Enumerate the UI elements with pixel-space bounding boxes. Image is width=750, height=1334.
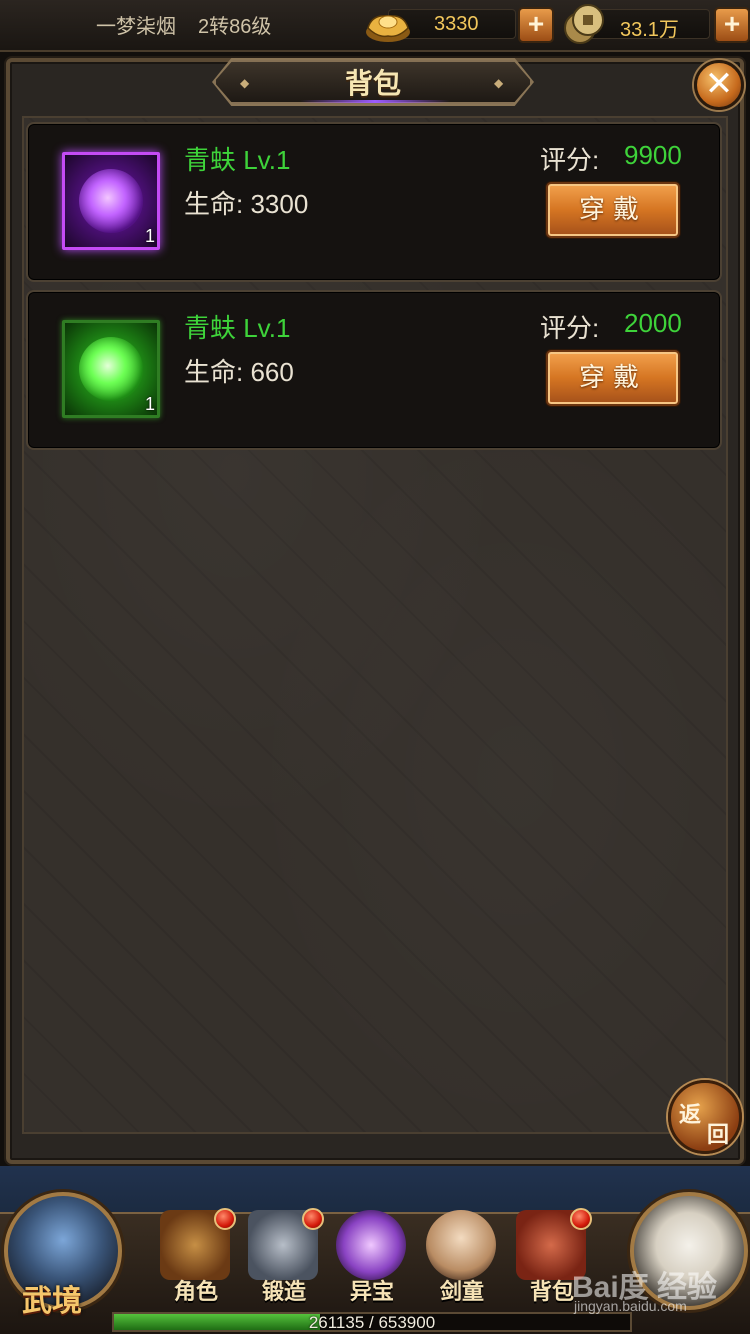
green-gem-icon (79, 337, 143, 401)
notification-badge (214, 1208, 236, 1230)
nav-item-forge[interactable]: 锻造 (242, 1206, 326, 1306)
score-value: 2000 (624, 308, 682, 338)
close-button[interactable]: ✕ (694, 60, 744, 110)
inventory-item: 1 青蚨 Lv.1 生命: 660 评分: 2000 穿戴 (26, 290, 722, 450)
nav-label: 角色 (173, 1279, 218, 1305)
gold-ingot-icon (366, 15, 410, 42)
player-level: 2转86级 (198, 16, 272, 38)
inventory-item: 1 青蚨 Lv.1 生命: 3300 评分: 9900 穿戴 (26, 122, 722, 282)
score-value: 9900 (624, 140, 682, 170)
equip-button[interactable]: 穿戴 (546, 350, 680, 406)
main-emblem-label: 武境 (22, 1284, 82, 1319)
item-slot[interactable]: 1 (62, 152, 160, 250)
copper-coins-icon (564, 4, 604, 44)
item-stat: 生命: 660 (184, 357, 294, 387)
notification-badge (570, 1208, 592, 1230)
nav-item-role[interactable]: 角色 (154, 1206, 238, 1306)
item-name: 青蚨 Lv.1 (184, 145, 291, 175)
add-coins-button[interactable]: + (714, 7, 750, 43)
item-count: 1 (144, 394, 155, 414)
coin-amount: 33.1万 (620, 19, 679, 41)
gold-amount: 3330 (434, 13, 479, 35)
item-slot[interactable]: 1 (62, 320, 160, 418)
exp-bar: 261135 / 653900 (112, 1312, 632, 1332)
equip-button[interactable]: 穿戴 (546, 182, 680, 238)
return-button[interactable]: 返 回 (668, 1080, 742, 1154)
exp-text: 261135 / 653900 (308, 1313, 436, 1332)
orb-icon (336, 1210, 406, 1280)
sword-boy-icon (426, 1210, 496, 1280)
nav-item-treasure[interactable]: 异宝 (330, 1206, 414, 1306)
watermark-url: jingyan.baidu.com (574, 1298, 687, 1314)
page-title: 背包 (344, 67, 401, 100)
notification-badge (302, 1208, 324, 1230)
item-count: 1 (144, 226, 155, 246)
score-label: 评分: (540, 313, 600, 343)
nav-item-sword-boy[interactable]: 剑童 (420, 1206, 504, 1306)
item-name: 青蚨 Lv.1 (184, 313, 291, 343)
return-label: 返 (679, 1102, 702, 1128)
player-name: 一梦柒烟 (96, 16, 176, 38)
add-gold-button[interactable]: + (518, 7, 554, 43)
nav-label: 锻造 (261, 1279, 306, 1305)
return-label: 回 (707, 1122, 730, 1148)
score-label: 评分: (540, 145, 600, 175)
nav-label: 剑童 (439, 1279, 484, 1305)
top-status-bar: 一梦柒烟 2转86级 3330 + 33.1万 + (0, 0, 750, 52)
nav-label: 异宝 (349, 1279, 394, 1305)
item-stat: 生命: 3300 (184, 189, 309, 219)
purple-gem-icon (79, 169, 143, 233)
